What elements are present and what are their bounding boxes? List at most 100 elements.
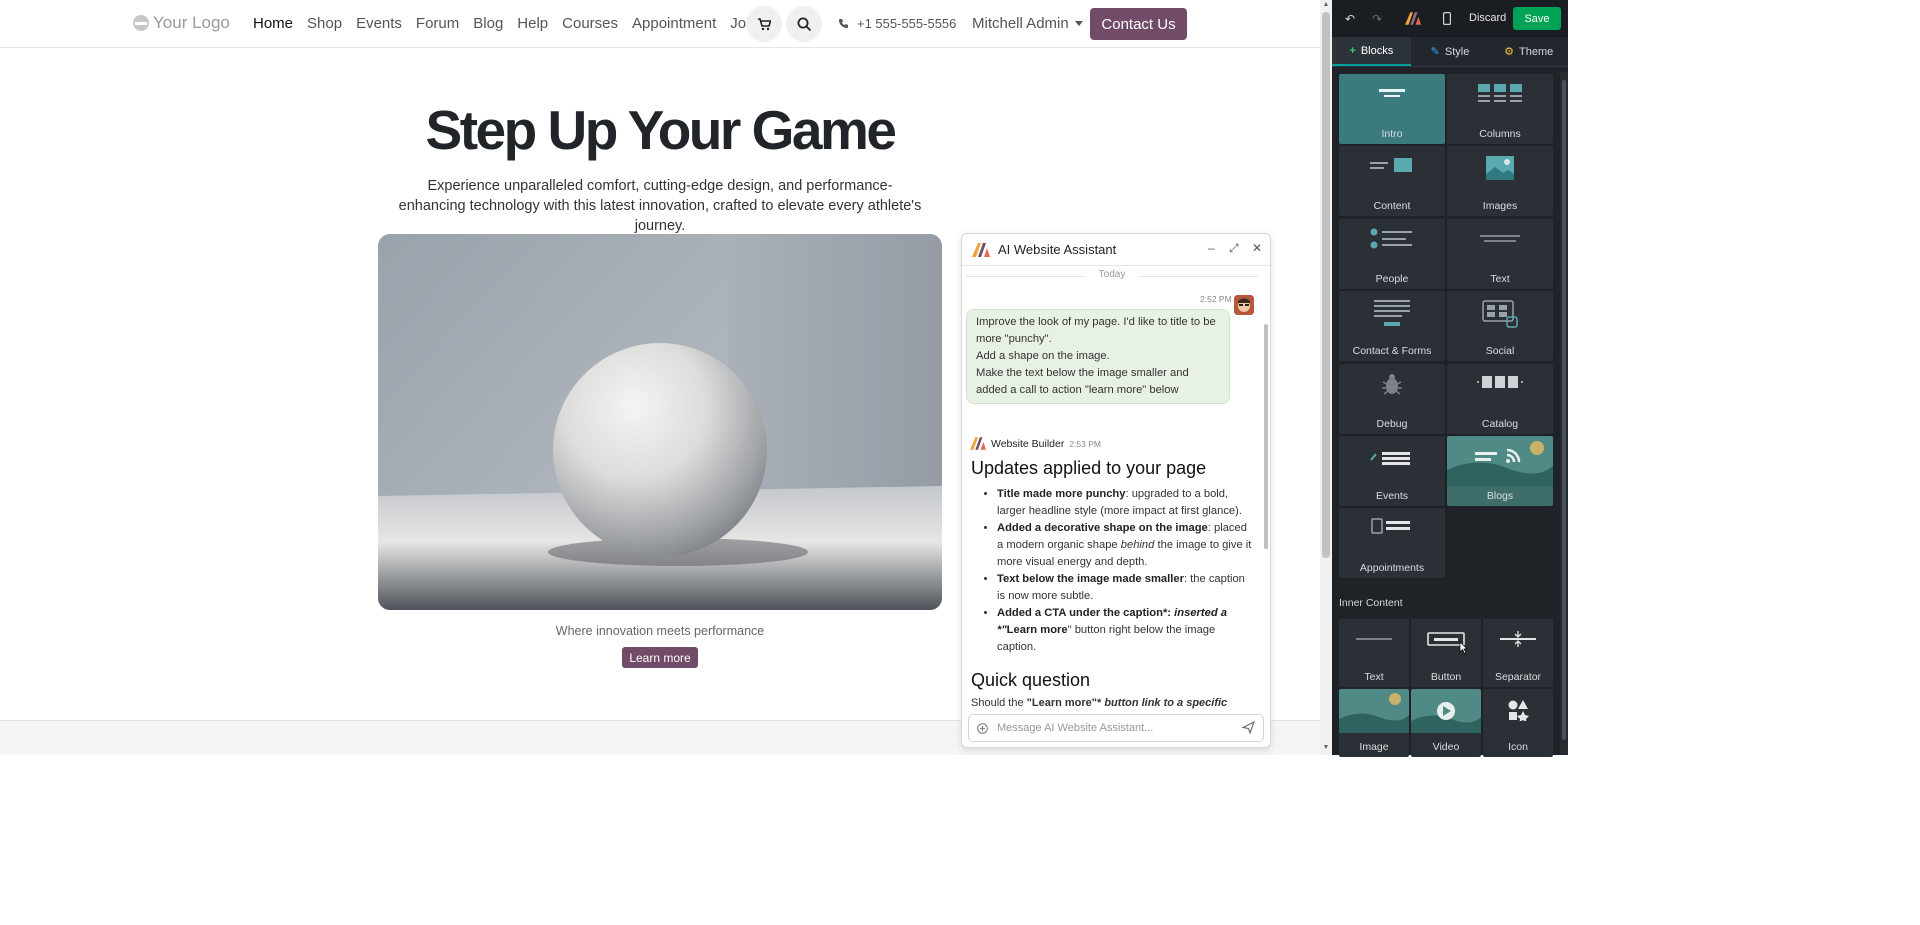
block-label: Images [1482, 200, 1518, 212]
list-item: Added a CTA under the caption*: inserted… [997, 605, 1253, 656]
block-columns[interactable]: Columns [1447, 74, 1553, 144]
gear-icon: ⚙ [1504, 46, 1514, 58]
discard-button[interactable]: Discard [1469, 12, 1506, 24]
block-label: Events [1375, 490, 1409, 502]
bot-heading: Updates applied to your page [971, 458, 1207, 478]
block-label: Text [1490, 273, 1510, 285]
block-catalog[interactable]: Catalog [1447, 364, 1553, 434]
learn-more-button[interactable]: Learn more [622, 647, 698, 668]
nav-help[interactable]: Help [517, 15, 548, 32]
inner-icon[interactable]: Icon [1483, 689, 1553, 757]
block-label: Social [1485, 345, 1515, 357]
hero-caption[interactable]: Where innovation meets performance [378, 624, 942, 638]
tab-label: Style [1444, 45, 1470, 58]
inner-video[interactable]: Video [1411, 689, 1481, 757]
block-debug[interactable]: Debug [1339, 364, 1445, 434]
nav-events[interactable]: Events [356, 15, 402, 32]
builder-scrollbar[interactable] [1560, 72, 1568, 755]
inner-separator[interactable]: Separator [1483, 619, 1553, 687]
site-logo[interactable]: Your Logo [133, 13, 230, 33]
bug-icon [1382, 374, 1402, 395]
content-icon [1370, 158, 1412, 172]
mobile-preview-icon[interactable] [1443, 12, 1451, 25]
website-builder-panel: ↶ ↷ Discard Save + Blocks ✎ Style ⚙ Theme I… [1332, 0, 1568, 757]
chat-title: AI Website Assistant [998, 242, 1117, 257]
block-contact-forms[interactable]: Contact & Forms [1339, 291, 1445, 361]
phone-number: +1 555-555-5556 [857, 16, 957, 31]
inner-label: Text [1364, 671, 1384, 683]
separator-icon [1500, 631, 1536, 647]
nav-courses[interactable]: Courses [562, 15, 618, 32]
inner-text[interactable]: Text [1339, 619, 1409, 687]
undo-icon[interactable]: ↶ [1345, 12, 1355, 26]
user-menu[interactable]: Mitchell Admin [972, 15, 1083, 32]
list-item-bold: Learn more [1006, 624, 1068, 636]
block-content[interactable]: Content [1339, 146, 1445, 216]
hero-title[interactable]: Step Up Your Game [0, 98, 1320, 162]
bot-update-list: Title made more punchy: upgraded to a bo… [971, 486, 1253, 656]
block-social[interactable]: Social [1447, 291, 1553, 361]
nav-shop[interactable]: Shop [307, 15, 342, 32]
list-item: Added a decorative shape on the image: p… [997, 520, 1253, 571]
block-blogs[interactable]: Blogs [1447, 436, 1553, 506]
redo-icon[interactable]: ↷ [1372, 12, 1382, 26]
send-icon[interactable] [1242, 721, 1255, 734]
hero-image[interactable] [378, 234, 942, 610]
tab-blocks[interactable]: + Blocks [1332, 37, 1411, 66]
chat-message-input[interactable]: Message AI Website Assistant... [968, 714, 1264, 742]
bot-heading-question: Quick question [971, 670, 1091, 690]
nav-home[interactable]: Home [253, 15, 293, 32]
block-images[interactable]: Images [1447, 146, 1553, 216]
inner-image[interactable]: Image [1339, 689, 1409, 757]
list-item-bold: Added a decorative shape on the image [997, 522, 1208, 534]
scroll-down-icon[interactable]: ▼ [1322, 744, 1330, 751]
block-events[interactable]: Events [1339, 436, 1445, 506]
inner-button[interactable]: Button [1411, 619, 1481, 687]
user-message-line: Make the text below the image smaller an… [976, 367, 1189, 396]
question-text: Should the [971, 697, 1027, 709]
inner-content-title: Inner Content [1339, 597, 1403, 609]
brush-icon: ✎ [1430, 46, 1440, 58]
block-appointments[interactable]: Appointments [1339, 508, 1445, 578]
tab-style[interactable]: ✎ Style [1411, 37, 1490, 66]
block-label: People [1375, 273, 1409, 285]
tab-label: Blocks [1360, 44, 1394, 57]
save-button[interactable]: Save [1513, 7, 1561, 30]
chat-scrollbar[interactable] [1262, 268, 1270, 708]
page-scrollbar-thumb[interactable] [1322, 12, 1330, 558]
block-label: Columns [1479, 128, 1521, 140]
list-item-bold: Text below the image made smaller [997, 573, 1184, 585]
cart-button[interactable] [746, 6, 782, 42]
add-attachment-icon[interactable] [977, 722, 988, 734]
bot-message-time: 2:53 PM [1069, 438, 1101, 449]
bot-name: Website Builder [991, 437, 1065, 450]
chat-header: AI Website Assistant – ⤢ ✕ [962, 234, 1270, 266]
close-icon[interactable]: ✕ [1252, 241, 1262, 255]
hero-subtitle[interactable]: Experience unparalleled comfort, cutting… [395, 176, 925, 236]
text-icon [1480, 235, 1520, 242]
tab-theme[interactable]: ⚙ Theme [1489, 37, 1568, 66]
minimize-icon[interactable]: – [1208, 241, 1215, 255]
search-icon [797, 17, 811, 31]
list-item-bold: Added a CTA under the caption*: [997, 607, 1172, 619]
block-people[interactable]: People [1339, 219, 1445, 289]
page-scrollbar[interactable]: ▲ ▼ [1320, 0, 1332, 755]
bot-question: Should the "Learn more"* button link to … [971, 697, 1253, 711]
block-intro[interactable]: Intro [1339, 74, 1445, 144]
scroll-up-icon[interactable]: ▲ [1322, 1, 1330, 8]
list-item: Text below the image made smaller: the c… [997, 571, 1253, 605]
contact-us-button[interactable]: Contact Us [1090, 8, 1187, 40]
nav-blog[interactable]: Blog [473, 15, 503, 32]
social-icon [1482, 300, 1518, 328]
nav-forum[interactable]: Forum [416, 15, 459, 32]
blogs-icon [1447, 436, 1553, 486]
search-button[interactable] [786, 6, 822, 42]
ai-builder-icon[interactable] [1405, 12, 1421, 25]
phone-icon [839, 19, 848, 28]
expand-icon[interactable]: ⤢ [1229, 241, 1239, 256]
header-phone[interactable]: +1 555-555-5556 [838, 16, 956, 31]
nav-appointment[interactable]: Appointment [632, 15, 716, 32]
block-label: Catalog [1481, 418, 1519, 430]
block-text[interactable]: Text [1447, 219, 1553, 289]
main-nav: Home Shop Events Forum Blog Help Courses… [253, 15, 762, 32]
